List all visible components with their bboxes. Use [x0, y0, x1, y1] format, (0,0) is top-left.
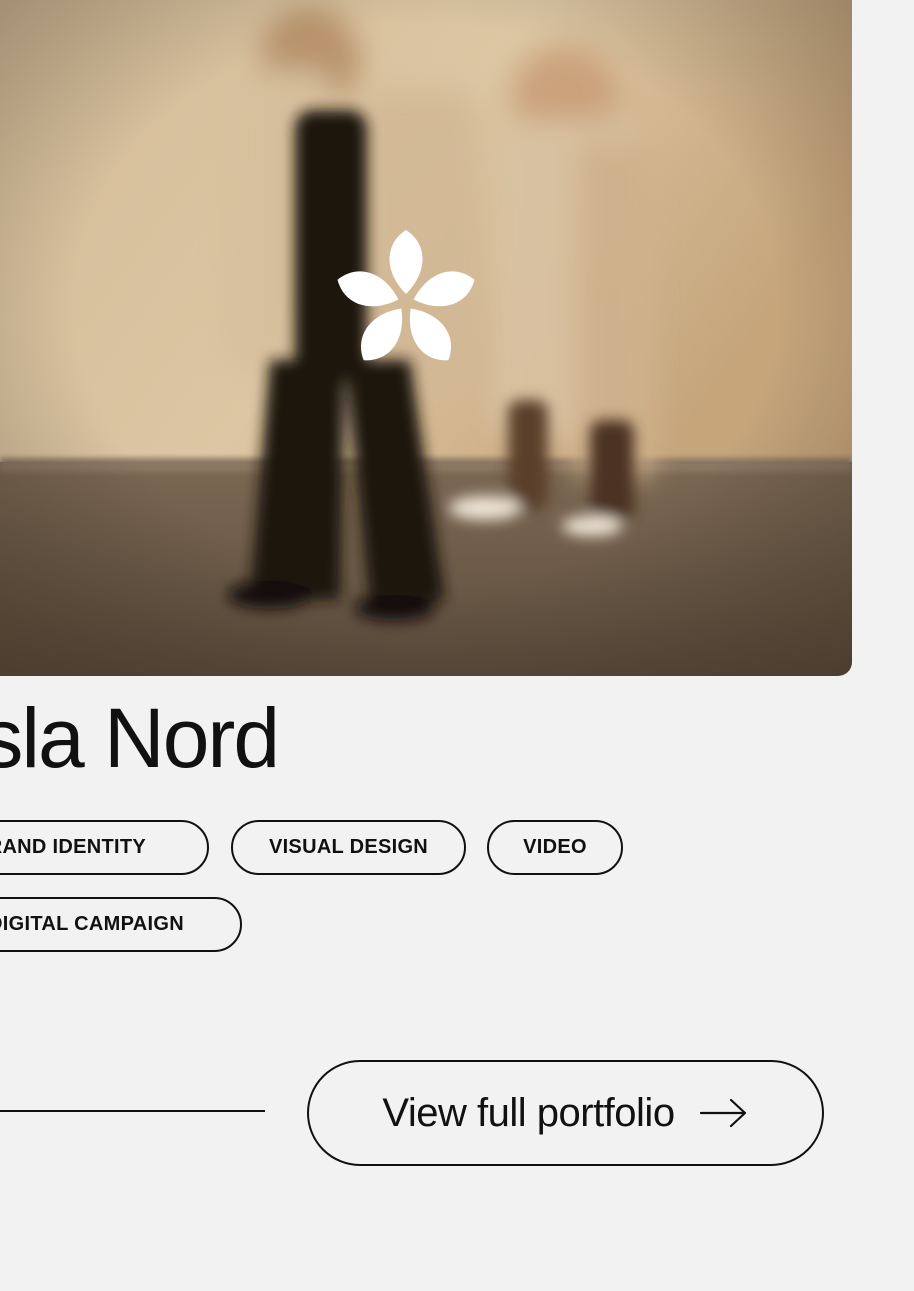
project-hero-image[interactable]: [0, 0, 852, 676]
tag-video[interactable]: VIDEO: [487, 820, 623, 875]
tag-brand-identity[interactable]: BRAND IDENTITY: [0, 820, 209, 875]
tag-visual-design[interactable]: VISUAL DESIGN: [231, 820, 466, 875]
view-portfolio-label: View full portfolio: [382, 1090, 675, 1135]
tag-digital-campaign[interactable]: DIGITAL CAMPAIGN: [0, 897, 242, 952]
divider-line: [0, 1110, 265, 1112]
arrow-right-icon: [699, 1098, 749, 1128]
view-portfolio-button[interactable]: View full portfolio: [307, 1060, 824, 1166]
project-photo: [0, 0, 852, 676]
project-page: Isla Nord BRAND IDENTITY VISUAL DESIGN V…: [0, 0, 914, 1291]
project-title: Isla Nord: [0, 691, 280, 785]
